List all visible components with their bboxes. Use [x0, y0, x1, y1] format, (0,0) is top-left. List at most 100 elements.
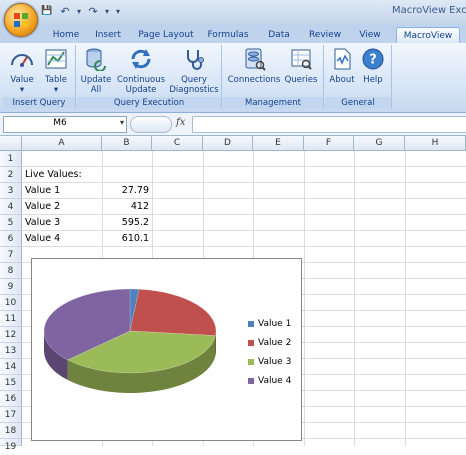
tab-formulas[interactable]: Formulas [204, 27, 252, 43]
continuous-update-button[interactable]: Continuous Update [117, 47, 165, 95]
name-box[interactable]: M6 ▾ [3, 116, 127, 133]
svg-text:?: ? [369, 53, 377, 68]
cell-b5[interactable]: 595.2 [102, 215, 149, 231]
tab-review[interactable]: Review [304, 27, 346, 43]
continuous-update-label-2: Update [125, 85, 157, 95]
queries-label: Queries [284, 75, 318, 85]
stethoscope-icon [187, 50, 204, 70]
row-header-4[interactable]: 4 [0, 199, 22, 215]
group-label-management: Management [223, 97, 323, 109]
legend-label: Value 4 [258, 375, 292, 386]
column-header-b[interactable]: B [102, 136, 152, 151]
row-header-15[interactable]: 15 [0, 375, 22, 391]
query-diagnostics-label-1: Query [181, 75, 207, 85]
cell-a3[interactable]: Value 1 [25, 183, 60, 199]
row-header-12[interactable]: 12 [0, 327, 22, 343]
cell-a6[interactable]: Value 4 [25, 231, 60, 247]
row-header-17[interactable]: 17 [0, 407, 22, 423]
cell-b4[interactable]: 412 [102, 199, 149, 215]
customize-toolbar-icon[interactable]: ▾ [114, 5, 122, 18]
row-header-16[interactable]: 16 [0, 391, 22, 407]
cell-a5[interactable]: Value 3 [25, 215, 60, 231]
insert-function-icon[interactable]: fx [176, 117, 185, 128]
cell-a2[interactable]: Live Values: [25, 167, 82, 183]
formula-input[interactable] [192, 116, 466, 133]
table-button[interactable]: Table ▾ [39, 47, 73, 95]
name-box-dropdown-icon[interactable]: ▾ [120, 118, 124, 127]
group-label-query-execution: Query Execution [77, 97, 221, 109]
update-all-label-2: All [90, 85, 102, 95]
legend-swatch [248, 339, 254, 346]
tab-view[interactable]: View [352, 27, 388, 43]
connections-button[interactable]: Connections [225, 47, 283, 85]
connections-icon [245, 48, 266, 71]
redo-dropdown-icon[interactable]: ▾ [104, 5, 110, 18]
tab-home[interactable]: Home [46, 27, 86, 43]
queries-button[interactable]: Queries [283, 47, 319, 85]
undo-icon[interactable]: ↶ [58, 5, 72, 18]
gauge-icon [11, 54, 33, 67]
about-button[interactable]: About [327, 47, 357, 85]
value-button-label: Value [10, 75, 34, 85]
cell-b3[interactable]: 27.79 [102, 183, 149, 199]
query-diagnostics-label-2: Diagnostics [169, 85, 219, 95]
redo-icon[interactable]: ↷ [86, 5, 100, 18]
row-header-5[interactable]: 5 [0, 215, 22, 231]
cell-b6[interactable]: 610.1 [102, 231, 149, 247]
row-header-2[interactable]: 2 [0, 167, 22, 183]
formula-bar: M6 ▾ fx [0, 113, 466, 136]
group-label-insert-query: Insert Query [3, 97, 75, 109]
column-header-f[interactable]: F [304, 136, 354, 151]
group-query-execution: Update All Continuous Update Query Diagn… [77, 45, 222, 109]
row-header-10[interactable]: 10 [0, 295, 22, 311]
row-header-13[interactable]: 13 [0, 343, 22, 359]
pie-chart-plot [43, 288, 217, 393]
row-header-18[interactable]: 18 [0, 423, 22, 439]
row-header-19[interactable]: 19 [0, 439, 22, 452]
save-icon[interactable]: 💾 [40, 5, 54, 18]
database-refresh-icon [86, 48, 106, 72]
column-header-d[interactable]: D [203, 136, 253, 151]
legend-label: Value 3 [258, 356, 292, 367]
legend-swatch [248, 377, 254, 384]
row-header-9[interactable]: 9 [0, 279, 22, 295]
row-header-11[interactable]: 11 [0, 311, 22, 327]
column-header-e[interactable]: E [253, 136, 304, 151]
row-header-1[interactable]: 1 [0, 151, 22, 167]
ribbon-tabs: Home Insert Page Layout Formulas Data Re… [0, 24, 466, 44]
value-dropdown-icon: ▾ [19, 85, 25, 95]
pie-chart[interactable]: Value 1 Value 2 Value 3 Value 4 [31, 258, 302, 441]
about-label: About [329, 75, 355, 85]
pie-slice-value-2[interactable] [129, 288, 217, 336]
row-header-6[interactable]: 6 [0, 231, 22, 247]
help-button[interactable]: ? Help [358, 47, 388, 85]
row-header-3[interactable]: 3 [0, 183, 22, 199]
about-icon [334, 48, 351, 70]
help-icon: ? [362, 48, 384, 70]
query-diagnostics-button[interactable]: Query Diagnostics [169, 47, 219, 95]
tab-insert[interactable]: Insert [88, 27, 128, 43]
ribbon: Value ▾ Table ▾ Insert Query Update All [0, 43, 466, 113]
row-header-14[interactable]: 14 [0, 359, 22, 375]
column-header-h[interactable]: H [405, 136, 466, 151]
undo-dropdown-icon[interactable]: ▾ [76, 5, 82, 18]
cell-a4[interactable]: Value 2 [25, 199, 60, 215]
update-all-label-1: Update [80, 75, 112, 85]
table-chart-icon [45, 49, 67, 69]
update-all-button[interactable]: Update All [79, 47, 113, 95]
tab-macroview[interactable]: MacroView [396, 27, 460, 44]
row-header-8[interactable]: 8 [0, 263, 22, 279]
group-general: About ? Help General [325, 45, 392, 109]
row-header-7[interactable]: 7 [0, 247, 22, 263]
window-title: MacroView Exce [392, 5, 466, 16]
refresh-arrows-icon [131, 49, 151, 69]
tab-data[interactable]: Data [262, 27, 296, 43]
column-header-a[interactable]: A [22, 136, 102, 151]
column-header-c[interactable]: C [152, 136, 203, 151]
column-header-g[interactable]: G [354, 136, 405, 151]
tab-page-layout[interactable]: Page Layout [134, 27, 198, 43]
select-all-corner[interactable] [0, 136, 22, 151]
value-button[interactable]: Value ▾ [5, 47, 39, 95]
legend-item: Value 1 [248, 314, 291, 333]
office-button[interactable] [4, 3, 38, 37]
